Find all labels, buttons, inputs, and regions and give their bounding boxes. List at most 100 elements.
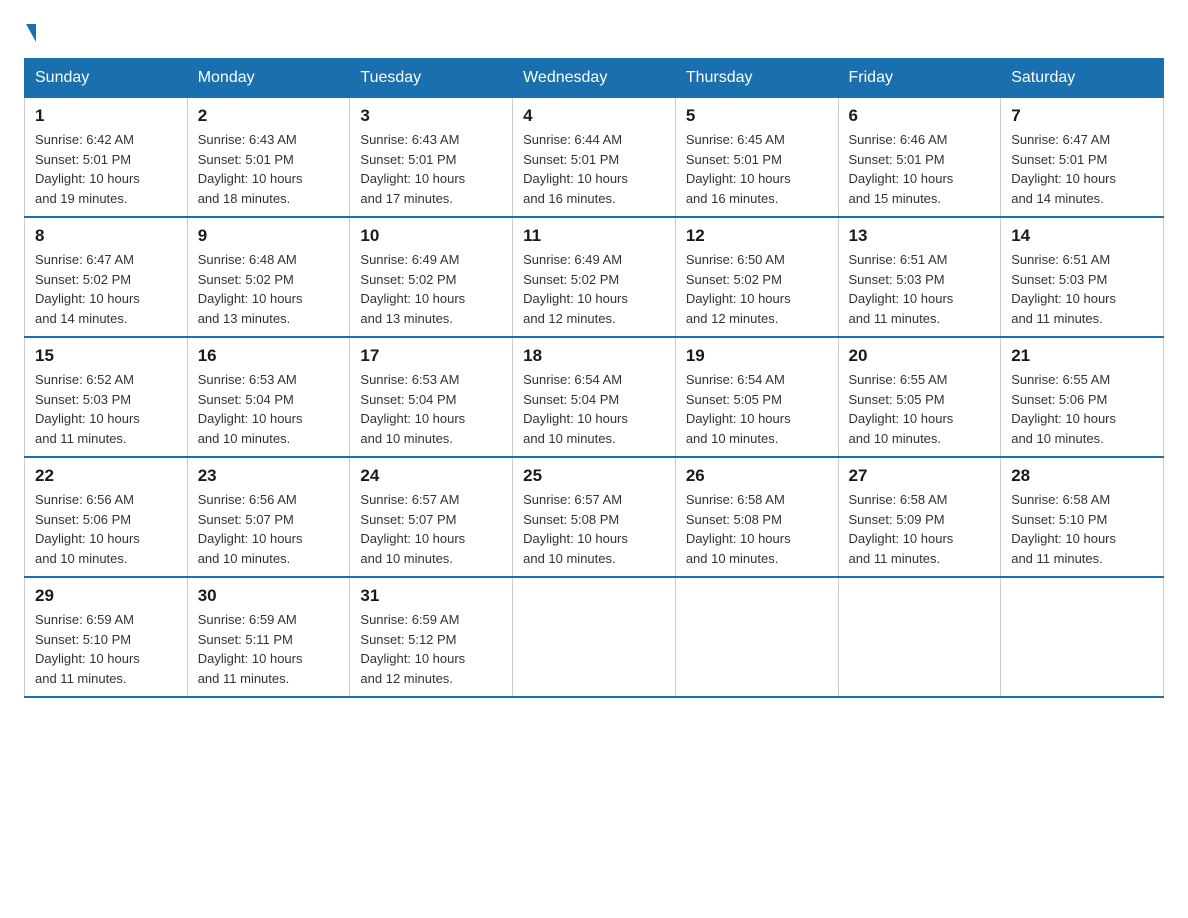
day-number: 22 <box>35 466 177 486</box>
day-info: Sunrise: 6:46 AMSunset: 5:01 PMDaylight:… <box>849 130 991 208</box>
day-info: Sunrise: 6:52 AMSunset: 5:03 PMDaylight:… <box>35 370 177 448</box>
day-info: Sunrise: 6:54 AMSunset: 5:05 PMDaylight:… <box>686 370 828 448</box>
day-info: Sunrise: 6:59 AMSunset: 5:12 PMDaylight:… <box>360 610 502 688</box>
day-info: Sunrise: 6:42 AMSunset: 5:01 PMDaylight:… <box>35 130 177 208</box>
logo-arrow-icon <box>26 24 36 42</box>
week-row-4: 22 Sunrise: 6:56 AMSunset: 5:06 PMDayligh… <box>25 457 1164 577</box>
logo <box>24 24 36 42</box>
week-row-3: 15 Sunrise: 6:52 AMSunset: 5:03 PMDayligh… <box>25 337 1164 457</box>
day-info: Sunrise: 6:47 AMSunset: 5:01 PMDaylight:… <box>1011 130 1153 208</box>
day-number: 14 <box>1011 226 1153 246</box>
day-info: Sunrise: 6:57 AMSunset: 5:08 PMDaylight:… <box>523 490 665 568</box>
day-info: Sunrise: 6:48 AMSunset: 5:02 PMDaylight:… <box>198 250 340 328</box>
calendar-cell: 15 Sunrise: 6:52 AMSunset: 5:03 PMDayligh… <box>25 337 188 457</box>
column-header-saturday: Saturday <box>1001 59 1164 98</box>
day-info: Sunrise: 6:45 AMSunset: 5:01 PMDaylight:… <box>686 130 828 208</box>
calendar-cell: 12Sunrise: 6:50 AMSunset: 5:02 PMDayligh… <box>675 217 838 337</box>
day-number: 21 <box>1011 346 1153 366</box>
day-info: Sunrise: 6:43 AMSunset: 5:01 PMDaylight:… <box>198 130 340 208</box>
column-header-wednesday: Wednesday <box>513 59 676 98</box>
calendar-cell: 17Sunrise: 6:53 AMSunset: 5:04 PMDayligh… <box>350 337 513 457</box>
day-number: 19 <box>686 346 828 366</box>
day-info: Sunrise: 6:55 AMSunset: 5:05 PMDaylight:… <box>849 370 991 448</box>
day-number: 25 <box>523 466 665 486</box>
calendar-cell: 31 Sunrise: 6:59 AMSunset: 5:12 PMDayligh… <box>350 577 513 697</box>
calendar-cell <box>675 577 838 697</box>
day-number: 3 <box>360 106 502 126</box>
day-number: 11 <box>523 226 665 246</box>
calendar-cell: 4 Sunrise: 6:44 AMSunset: 5:01 PMDaylight… <box>513 98 676 218</box>
calendar-cell: 28 Sunrise: 6:58 AMSunset: 5:10 PMDayligh… <box>1001 457 1164 577</box>
day-number: 15 <box>35 346 177 366</box>
calendar-cell: 7 Sunrise: 6:47 AMSunset: 5:01 PMDaylight… <box>1001 98 1164 218</box>
calendar-cell: 14 Sunrise: 6:51 AMSunset: 5:03 PMDayligh… <box>1001 217 1164 337</box>
day-info: Sunrise: 6:58 AMSunset: 5:10 PMDaylight:… <box>1011 490 1153 568</box>
day-info: Sunrise: 6:58 AMSunset: 5:09 PMDaylight:… <box>849 490 991 568</box>
day-number: 10 <box>360 226 502 246</box>
day-number: 28 <box>1011 466 1153 486</box>
calendar-cell: 10 Sunrise: 6:49 AMSunset: 5:02 PMDayligh… <box>350 217 513 337</box>
week-row-1: 1Sunrise: 6:42 AMSunset: 5:01 PMDaylight… <box>25 98 1164 218</box>
calendar-cell: 2 Sunrise: 6:43 AMSunset: 5:01 PMDaylight… <box>187 98 350 218</box>
calendar-cell: 26Sunrise: 6:58 AMSunset: 5:08 PMDayligh… <box>675 457 838 577</box>
day-number: 2 <box>198 106 340 126</box>
day-number: 30 <box>198 586 340 606</box>
day-number: 12 <box>686 226 828 246</box>
day-info: Sunrise: 6:43 AMSunset: 5:01 PMDaylight:… <box>360 130 502 208</box>
day-info: Sunrise: 6:53 AMSunset: 5:04 PMDaylight:… <box>360 370 502 448</box>
day-number: 4 <box>523 106 665 126</box>
day-number: 29 <box>35 586 177 606</box>
calendar-cell: 3 Sunrise: 6:43 AMSunset: 5:01 PMDaylight… <box>350 98 513 218</box>
calendar-cell: 25 Sunrise: 6:57 AMSunset: 5:08 PMDayligh… <box>513 457 676 577</box>
week-row-2: 8 Sunrise: 6:47 AMSunset: 5:02 PMDaylight… <box>25 217 1164 337</box>
day-info: Sunrise: 6:53 AMSunset: 5:04 PMDaylight:… <box>198 370 340 448</box>
column-header-monday: Monday <box>187 59 350 98</box>
day-number: 27 <box>849 466 991 486</box>
day-info: Sunrise: 6:57 AMSunset: 5:07 PMDaylight:… <box>360 490 502 568</box>
calendar-cell <box>1001 577 1164 697</box>
column-header-thursday: Thursday <box>675 59 838 98</box>
calendar-cell <box>838 577 1001 697</box>
calendar-cell: 19 Sunrise: 6:54 AMSunset: 5:05 PMDayligh… <box>675 337 838 457</box>
calendar-cell: 23 Sunrise: 6:56 AMSunset: 5:07 PMDayligh… <box>187 457 350 577</box>
day-number: 8 <box>35 226 177 246</box>
day-number: 18 <box>523 346 665 366</box>
day-info: Sunrise: 6:47 AMSunset: 5:02 PMDaylight:… <box>35 250 177 328</box>
day-number: 26 <box>686 466 828 486</box>
calendar-cell: 1Sunrise: 6:42 AMSunset: 5:01 PMDaylight… <box>25 98 188 218</box>
day-number: 7 <box>1011 106 1153 126</box>
day-number: 9 <box>198 226 340 246</box>
calendar-cell: 22 Sunrise: 6:56 AMSunset: 5:06 PMDayligh… <box>25 457 188 577</box>
day-info: Sunrise: 6:56 AMSunset: 5:07 PMDaylight:… <box>198 490 340 568</box>
calendar-cell: 11 Sunrise: 6:49 AMSunset: 5:02 PMDayligh… <box>513 217 676 337</box>
calendar-cell: 16 Sunrise: 6:53 AMSunset: 5:04 PMDayligh… <box>187 337 350 457</box>
calendar-cell: 29Sunrise: 6:59 AMSunset: 5:10 PMDayligh… <box>25 577 188 697</box>
calendar-cell: 6 Sunrise: 6:46 AMSunset: 5:01 PMDaylight… <box>838 98 1001 218</box>
calendar-cell: 24 Sunrise: 6:57 AMSunset: 5:07 PMDayligh… <box>350 457 513 577</box>
week-row-5: 29Sunrise: 6:59 AMSunset: 5:10 PMDayligh… <box>25 577 1164 697</box>
day-number: 5 <box>686 106 828 126</box>
day-number: 13 <box>849 226 991 246</box>
day-info: Sunrise: 6:54 AMSunset: 5:04 PMDaylight:… <box>523 370 665 448</box>
day-number: 23 <box>198 466 340 486</box>
column-header-friday: Friday <box>838 59 1001 98</box>
day-info: Sunrise: 6:49 AMSunset: 5:02 PMDaylight:… <box>523 250 665 328</box>
calendar-cell: 13 Sunrise: 6:51 AMSunset: 5:03 PMDayligh… <box>838 217 1001 337</box>
day-info: Sunrise: 6:51 AMSunset: 5:03 PMDaylight:… <box>849 250 991 328</box>
day-number: 31 <box>360 586 502 606</box>
day-number: 16 <box>198 346 340 366</box>
day-info: Sunrise: 6:51 AMSunset: 5:03 PMDaylight:… <box>1011 250 1153 328</box>
day-number: 24 <box>360 466 502 486</box>
calendar-cell: 30Sunrise: 6:59 AMSunset: 5:11 PMDayligh… <box>187 577 350 697</box>
day-number: 6 <box>849 106 991 126</box>
calendar-cell: 5 Sunrise: 6:45 AMSunset: 5:01 PMDaylight… <box>675 98 838 218</box>
day-info: Sunrise: 6:55 AMSunset: 5:06 PMDaylight:… <box>1011 370 1153 448</box>
page-header <box>24 24 1164 42</box>
day-info: Sunrise: 6:44 AMSunset: 5:01 PMDaylight:… <box>523 130 665 208</box>
day-number: 20 <box>849 346 991 366</box>
calendar-cell: 27 Sunrise: 6:58 AMSunset: 5:09 PMDayligh… <box>838 457 1001 577</box>
calendar-table: SundayMondayTuesdayWednesdayThursdayFrid… <box>24 58 1164 698</box>
day-info: Sunrise: 6:49 AMSunset: 5:02 PMDaylight:… <box>360 250 502 328</box>
column-header-sunday: Sunday <box>25 59 188 98</box>
day-info: Sunrise: 6:56 AMSunset: 5:06 PMDaylight:… <box>35 490 177 568</box>
